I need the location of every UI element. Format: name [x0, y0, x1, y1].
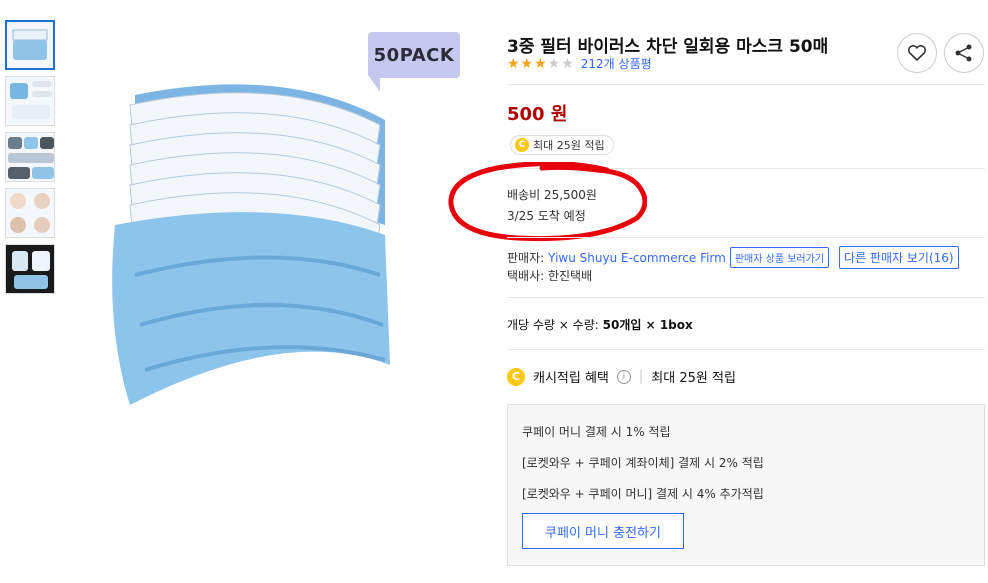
- pack-badge: 50PACK: [368, 32, 460, 92]
- courier: 택배사: 한진택배: [507, 269, 593, 283]
- seller-name-link[interactable]: Yiwu Shuyu E-commerce Firm: [548, 251, 726, 265]
- price-amount: 500: [507, 104, 545, 125]
- price: 500 원: [507, 100, 567, 126]
- coupay-benefit-box: 쿠페이 머니 결제 시 1% 적립 [로켓와우 + 쿠페이 계좌이체] 결제 시…: [507, 404, 985, 566]
- reward-text: 최대 25원 적립: [533, 139, 605, 152]
- divider: [507, 297, 985, 298]
- annotation-circle: [448, 162, 647, 242]
- coin-icon: C: [507, 367, 525, 386]
- option-value: 50개입 × 1box: [602, 318, 693, 332]
- benefit-line-1: 쿠페이 머니 결제 시 1% 적립: [522, 425, 671, 439]
- thumbnail-4[interactable]: [5, 188, 55, 238]
- mask-stack-illustration: [104, 84, 390, 411]
- divider: [507, 349, 985, 350]
- coin-icon: C: [515, 138, 529, 152]
- wishlist-button[interactable]: [897, 33, 937, 73]
- thumbnail-1[interactable]: [5, 20, 55, 70]
- thumbnail-2[interactable]: [5, 76, 55, 126]
- cash-reward-row: C 캐시적립 혜택 i | 최대 25원 적립: [507, 367, 736, 386]
- separator: |: [638, 369, 644, 384]
- thumbnail-3[interactable]: [5, 132, 55, 182]
- product-title: 3중 필터 바이러스 차단 일회용 마스크 50매: [507, 37, 829, 57]
- thumbnail-5[interactable]: [5, 244, 55, 294]
- seller-row: 판매자: Yiwu Shuyu E-commerce Firm 판매자 상품 보…: [507, 246, 959, 269]
- seller-label: 판매자:: [507, 251, 545, 265]
- rating-row: ★★★★★ 212개 상품평: [507, 55, 652, 72]
- cash-reward-value: 최대 25원 적립: [651, 371, 736, 386]
- benefit-line-2: [로켓와우 + 쿠페이 계좌이체] 결제 시 2% 적립: [522, 456, 764, 470]
- star-rating-icon: ★★★★★: [507, 55, 575, 72]
- review-count-link[interactable]: 212개 상품평: [581, 55, 652, 72]
- divider: [507, 237, 985, 238]
- price-unit: 원: [550, 104, 568, 125]
- view-seller-products-button[interactable]: 판매자 상품 보러가기: [729, 247, 830, 268]
- reward-badge: C 최대 25원 적립: [510, 135, 614, 155]
- share-icon: [955, 44, 972, 62]
- cash-reward-label: 캐시적립 혜택: [533, 371, 609, 386]
- product-main-image: [95, 25, 470, 420]
- option-label: 개당 수량 × 수량:: [507, 318, 599, 332]
- option-row: 개당 수량 × 수량: 50개입 × 1box: [507, 316, 693, 333]
- other-sellers-button[interactable]: 다른 판매자 보기(16): [839, 246, 959, 269]
- info-icon[interactable]: i: [616, 369, 631, 384]
- mask-thumb-icon: [12, 29, 48, 60]
- divider: [507, 84, 985, 85]
- heart-icon: [908, 45, 926, 62]
- coupay-charge-button[interactable]: 쿠페이 머니 충전하기: [522, 513, 684, 549]
- share-button[interactable]: [944, 33, 984, 73]
- benefit-line-3: [로켓와우 + 쿠페이 머니] 결제 시 4% 추가적립: [522, 487, 764, 501]
- thumbnail-strip: [5, 20, 57, 300]
